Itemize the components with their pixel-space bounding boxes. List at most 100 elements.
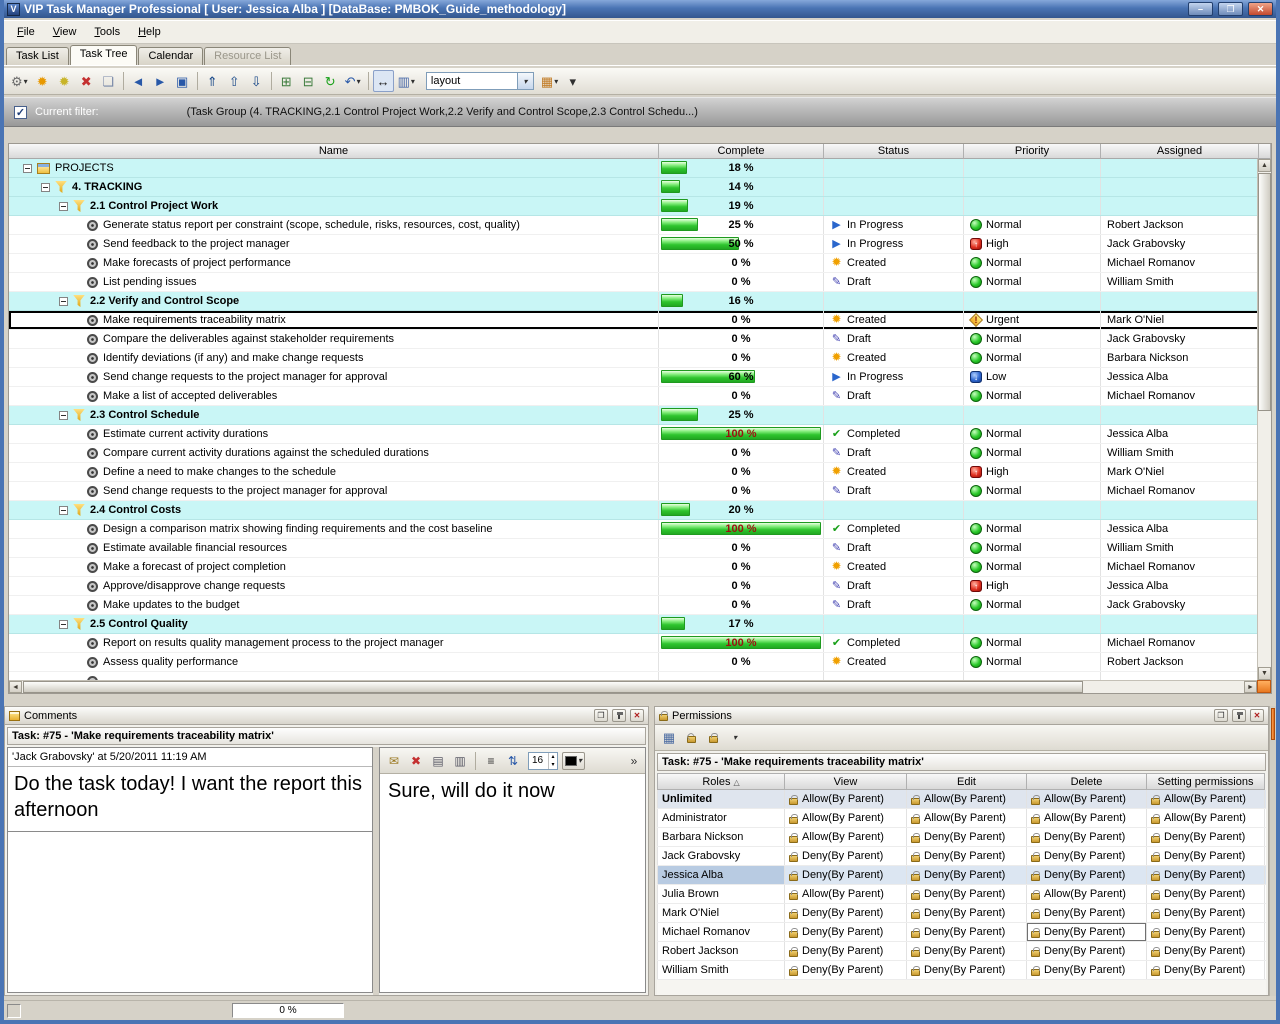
- title-bar[interactable]: VIP Task Manager Professional [ User: Je…: [4, 0, 1276, 18]
- task-row[interactable]: Compare current activity durations again…: [9, 444, 1271, 463]
- collapse-expander-icon[interactable]: [23, 164, 32, 173]
- print-preview-button[interactable]: [450, 751, 470, 771]
- lock-button[interactable]: [703, 728, 723, 748]
- menu-tools[interactable]: Tools: [85, 23, 129, 41]
- layout-combo-dropdown[interactable]: [518, 72, 534, 90]
- align-button[interactable]: [481, 751, 501, 771]
- column-header-setting-permissions[interactable]: Setting permissions: [1147, 773, 1265, 790]
- task-row[interactable]: Define a need to make changes to the sch…: [9, 463, 1271, 482]
- outdent-task-button[interactable]: ◄: [128, 70, 149, 92]
- tab-task-list[interactable]: Task List: [6, 47, 69, 65]
- task-row[interactable]: Make a list of accepted deliverables0 %D…: [9, 387, 1271, 406]
- move-up-button[interactable]: ⇧: [224, 70, 245, 92]
- new-task-button[interactable]: ✹: [32, 70, 53, 92]
- task-row[interactable]: Design a comparison matrix showing findi…: [9, 520, 1271, 539]
- restore-panel-button[interactable]: [594, 709, 608, 722]
- duplicate-task-button[interactable]: ❏: [98, 70, 119, 92]
- column-header-name[interactable]: Name: [9, 144, 659, 159]
- view-menu-button[interactable]: ▦: [538, 70, 561, 92]
- task-row[interactable]: Send feedback to the project manager50 %…: [9, 235, 1271, 254]
- layout-combo-value[interactable]: layout: [426, 72, 518, 90]
- unlock-button[interactable]: [681, 728, 701, 748]
- column-header-status[interactable]: Status: [824, 144, 964, 159]
- permission-row[interactable]: UnlimitedAllow(By Parent)Allow(By Parent…: [657, 790, 1266, 809]
- restore-panel-button[interactable]: [1214, 709, 1228, 722]
- column-header-priority[interactable]: Priority: [964, 144, 1101, 159]
- column-header-roles[interactable]: Roles: [657, 773, 785, 790]
- permission-grid-button[interactable]: [659, 728, 679, 748]
- column-header-delete[interactable]: Delete: [1027, 773, 1147, 790]
- task-row[interactable]: Send change requests to the project mana…: [9, 482, 1271, 501]
- vertical-scroll-thumb[interactable]: [1258, 173, 1271, 411]
- close-panel-button[interactable]: [1250, 709, 1264, 722]
- pin-panel-button[interactable]: [1232, 709, 1246, 722]
- line-spacing-button[interactable]: [503, 751, 523, 771]
- task-row[interactable]: Identify deviations (if any) and make ch…: [9, 349, 1271, 368]
- task-row[interactable]: Send change requests to the project mana…: [9, 368, 1271, 387]
- tab-task-tree[interactable]: Task Tree: [70, 45, 138, 65]
- collapse-expander-icon[interactable]: [59, 297, 68, 306]
- task-row[interactable]: Approve/disapprove change requests0 %Dra…: [9, 577, 1271, 596]
- horizontal-scrollbar[interactable]: [9, 680, 1257, 693]
- horizontal-scroll-thumb[interactable]: [23, 681, 1083, 693]
- task-row[interactable]: PROJECTS18 %: [9, 159, 1271, 178]
- right-scroll-thumb[interactable]: [1271, 708, 1275, 740]
- task-row[interactable]: 2.4 Control Costs20 %: [9, 501, 1271, 520]
- column-header-complete[interactable]: Complete: [659, 144, 824, 159]
- column-header-assigned[interactable]: Assigned: [1101, 144, 1259, 159]
- layout-combo[interactable]: layout: [426, 72, 534, 90]
- task-row[interactable]: Generate status report per constraint (s…: [9, 216, 1271, 235]
- move-to-button[interactable]: ▣: [172, 70, 193, 92]
- toolbar-customize-button[interactable]: ▾: [562, 70, 583, 92]
- toolbar-overflow-button[interactable]: [627, 754, 641, 768]
- task-row[interactable]: 2.3 Control Schedule25 %: [9, 406, 1271, 425]
- comment-reply-editor[interactable]: Sure, will do it now: [380, 774, 645, 992]
- permission-row[interactable]: Julia BrownAllow(By Parent)Deny(By Paren…: [657, 885, 1266, 904]
- move-top-button[interactable]: ⇑: [202, 70, 223, 92]
- menu-file[interactable]: File: [8, 23, 44, 41]
- minimize-button[interactable]: [1188, 2, 1213, 16]
- tab-calendar[interactable]: Calendar: [138, 47, 203, 65]
- send-comment-button[interactable]: [384, 751, 404, 771]
- menu-help[interactable]: Help: [129, 23, 170, 41]
- grid-corner-button[interactable]: [1257, 680, 1271, 693]
- collapse-expander-icon[interactable]: [41, 183, 50, 192]
- scroll-left-icon[interactable]: [9, 681, 22, 693]
- new-subtask-button[interactable]: ✹: [54, 70, 75, 92]
- expand-all-button[interactable]: ⊞: [276, 70, 297, 92]
- maximize-button[interactable]: [1218, 2, 1243, 16]
- close-button[interactable]: [1248, 2, 1273, 16]
- refresh-button[interactable]: ↻: [320, 70, 341, 92]
- indent-task-button[interactable]: ►: [150, 70, 171, 92]
- permission-row[interactable]: Michael RomanovDeny(By Parent)Deny(By Pa…: [657, 923, 1266, 942]
- task-row[interactable]: 2.5 Control Quality17 %: [9, 615, 1271, 634]
- fit-columns-button[interactable]: ↔: [373, 70, 394, 92]
- task-options-button[interactable]: ⚙: [8, 70, 31, 92]
- permission-row[interactable]: Mark O'NielDeny(By Parent)Deny(By Parent…: [657, 904, 1266, 923]
- task-row[interactable]: Estimate available financial resources0 …: [9, 539, 1271, 558]
- task-row[interactable]: Estimate current activity durations100 %…: [9, 425, 1271, 444]
- task-row[interactable]: 2.2 Verify and Control Scope16 %: [9, 292, 1271, 311]
- scroll-down-icon[interactable]: [1258, 667, 1271, 680]
- font-color-button[interactable]: [562, 752, 585, 770]
- permission-row[interactable]: Barbara NicksonAllow(By Parent)Deny(By P…: [657, 828, 1266, 847]
- right-scrollbar[interactable]: [1269, 706, 1276, 996]
- column-header-view[interactable]: View: [785, 773, 907, 790]
- task-row[interactable]: Make requirements traceability matrix0 %…: [9, 311, 1271, 330]
- task-row[interactable]: 4. TRACKING14 %: [9, 178, 1271, 197]
- menu-view[interactable]: View: [44, 23, 86, 41]
- print-button[interactable]: [428, 751, 448, 771]
- delete-task-button[interactable]: ✖: [76, 70, 97, 92]
- comment-item[interactable]: 'Jack Grabovsky' at 5/20/2011 11:19 AM D…: [8, 748, 372, 832]
- move-down-button[interactable]: ⇩: [246, 70, 267, 92]
- task-row[interactable]: Make forecasts of project performance0 %…: [9, 254, 1271, 273]
- column-header-edit[interactable]: Edit: [907, 773, 1027, 790]
- task-row[interactable]: Make a forecast of project completion0 %…: [9, 558, 1271, 577]
- task-row[interactable]: 2.1 Control Project Work19 %: [9, 197, 1271, 216]
- permission-row[interactable]: William SmithDeny(By Parent)Deny(By Pare…: [657, 961, 1266, 980]
- comments-list[interactable]: 'Jack Grabovsky' at 5/20/2011 11:19 AM D…: [7, 747, 373, 993]
- permissions-menu-button[interactable]: [725, 728, 745, 748]
- collapse-expander-icon[interactable]: [59, 620, 68, 629]
- font-size-input[interactable]: 16: [528, 752, 558, 770]
- task-row[interactable]: Make updates to the budget0 %DraftNormal…: [9, 596, 1271, 615]
